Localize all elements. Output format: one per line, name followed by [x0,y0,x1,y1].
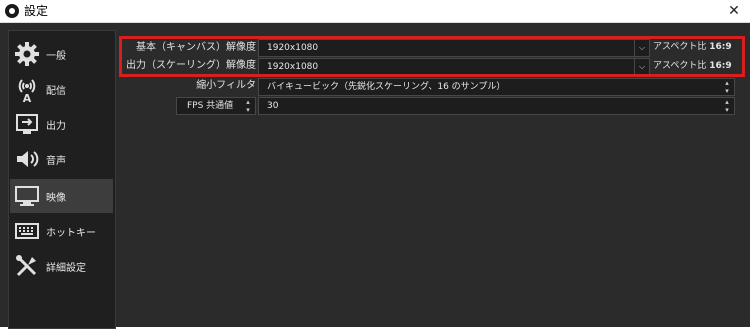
fps-value-spinbox[interactable]: 30 ▴ ▾ [258,97,735,115]
sidebar-item-video[interactable]: 映像 [10,179,113,213]
updown-icon: ▴ ▾ [246,98,250,114]
sidebar-item-advanced[interactable]: 詳細設定 [10,249,113,283]
tools-icon [12,251,42,281]
chevron-down-icon[interactable]: ⌵ [634,40,649,56]
output-resolution-combobox[interactable]: 1920x1080 ⌵ [258,58,650,76]
sidebar-item-audio[interactable]: 音声 [10,142,113,176]
sidebar-item-label: 一般 [46,50,66,62]
base-resolution-combobox[interactable]: 1920x1080 ⌵ [258,39,650,57]
sidebar-item-output[interactable]: 出力 [10,107,113,141]
base-resolution-value: 1920x1080 [267,43,319,53]
sidebar-item-label: 音声 [46,155,66,167]
output-icon [12,109,42,139]
downscale-filter-label: 縮小フィルタ [196,80,256,91]
downscale-filter-value: バイキュービック（先鋭化スケーリング、16 のサンプル） [267,82,506,92]
base-resolution-label: 基本（キャンバス）解像度 [136,42,256,53]
monitor-icon [12,181,42,211]
fps-type-label: FPS 共通値 [187,101,234,111]
aspect-ratio-prefix: アスペクト比 [653,61,707,71]
close-icon[interactable]: ✕ [724,1,744,21]
aspect-ratio-value: 16:9 [709,61,732,71]
settings-sidebar: 一般 A 配信 出力 音声 映像 ホットキー 詳細設定 [8,30,116,329]
aspect-ratio-prefix: アスペクト比 [653,42,707,52]
output-aspect-ratio: アスペクト比 16:9 [653,56,732,76]
sidebar-item-label: 映像 [46,192,66,204]
chevron-down-icon[interactable]: ⌵ [634,59,649,75]
sidebar-item-label: ホットキー [46,227,96,239]
keyboard-icon [12,216,42,246]
window-title: 設定 [24,4,49,18]
sidebar-item-hotkeys[interactable]: ホットキー [10,214,113,248]
obs-logo-icon [5,4,19,18]
speaker-icon [12,144,42,174]
base-aspect-ratio: アスペクト比 16:9 [653,37,732,57]
sidebar-item-general[interactable]: 一般 [10,37,113,71]
output-resolution-label: 出力（スケーリング）解像度 [126,60,256,71]
updown-icon[interactable]: ▴ ▾ [720,98,734,114]
fps-type-select[interactable]: FPS 共通値 ▴ ▾ [176,97,256,115]
downscale-filter-select[interactable]: バイキュービック（先鋭化スケーリング、16 のサンプル） ▴ ▾ [258,78,735,96]
sidebar-item-stream[interactable]: A 配信 [10,72,113,106]
output-resolution-value: 1920x1080 [267,62,319,72]
sidebar-item-label: 配信 [46,85,66,97]
svg-text:A: A [23,92,32,103]
sidebar-item-label: 詳細設定 [46,262,86,274]
sidebar-item-label: 出力 [46,120,66,132]
title-bar: 設定 ✕ [0,0,750,23]
fps-value: 30 [267,101,279,111]
broadcast-icon: A [12,74,42,104]
updown-icon: ▴ ▾ [725,79,729,95]
gear-icon [12,39,42,69]
aspect-ratio-value: 16:9 [709,42,732,52]
